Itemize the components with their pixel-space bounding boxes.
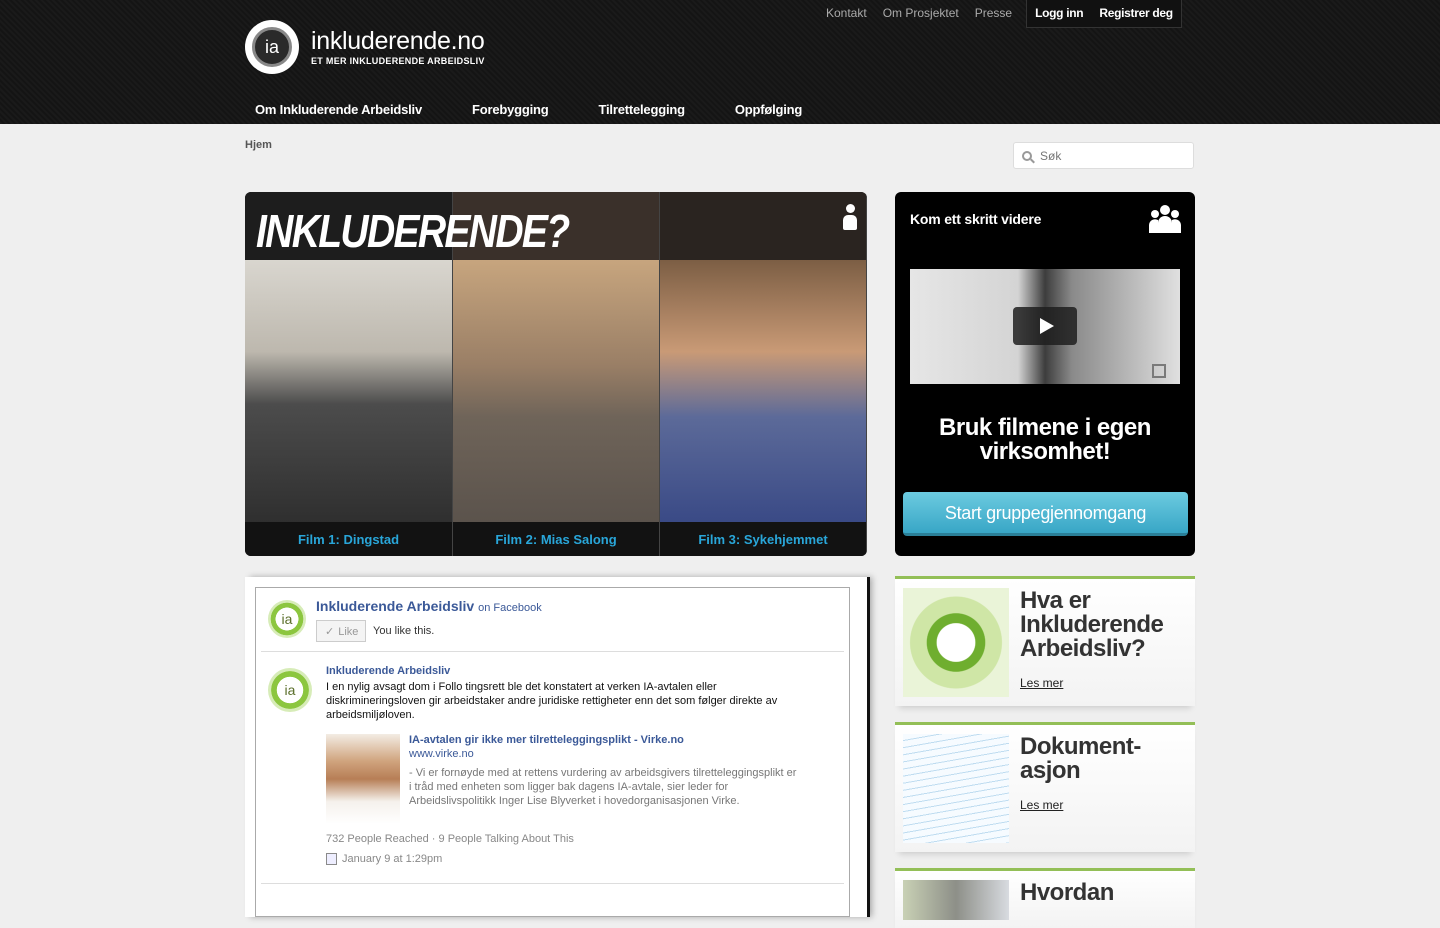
- promo-headline: Bruk filmene i egen virksomhet!: [939, 414, 1151, 465]
- post-avatar[interactable]: ia: [268, 668, 312, 712]
- facebook-widget: ia Inkluderende Arbeidsliv on Facebook L…: [245, 577, 867, 917]
- fb-on-facebook[interactable]: on Facebook: [478, 602, 542, 614]
- group-icon: [1149, 205, 1181, 233]
- divider: [261, 651, 844, 652]
- fb-page-title[interactable]: Inkluderende Arbeidsliv on Facebook: [316, 598, 542, 614]
- document-thumbnail: [903, 734, 1009, 843]
- logo-tagline: ET MER INKLUDERENDE ARBEIDSLIV: [311, 56, 485, 66]
- ia-logo-thumbnail: [903, 588, 1009, 697]
- top-link-presse[interactable]: Presse: [967, 0, 1020, 28]
- top-nav: Kontakt Om Prosjektet Presse Logg inn Re…: [818, 0, 1182, 28]
- link-url[interactable]: www.virke.no: [409, 748, 474, 760]
- post-reach: 732 People Reached · 9 People Talking Ab…: [326, 833, 574, 845]
- card-hvordan[interactable]: Hvordan: [895, 868, 1195, 928]
- promo-panel: Kom ett skritt videre Bruk filmene i ege…: [895, 192, 1195, 556]
- video-player[interactable]: [910, 269, 1180, 384]
- document-icon: [326, 853, 337, 865]
- site-logo[interactable]: ia inkluderende.no ET MER INKLUDERENDE A…: [245, 20, 485, 74]
- card-hva-er-ia[interactable]: Hva er Inkluderende Arbeidsliv? Les mer: [895, 576, 1195, 706]
- search-icon: [1022, 150, 1032, 161]
- card-title[interactable]: Dokument-asjon: [1020, 735, 1195, 783]
- post-text: I en nylig avsagt dom i Follo tingsrett …: [326, 681, 778, 721]
- card-dokumentasjon[interactable]: Dokument-asjon Les mer: [895, 722, 1195, 852]
- card-title[interactable]: Hvordan: [1020, 881, 1114, 905]
- search-box[interactable]: [1013, 142, 1194, 169]
- link-thumbnail[interactable]: [326, 734, 400, 824]
- post-avatar-text: ia: [284, 682, 296, 698]
- site-header: ia inkluderende.no ET MER INKLUDERENDE A…: [0, 0, 1440, 124]
- read-more-link[interactable]: Les mer: [1020, 676, 1063, 690]
- register-link[interactable]: Registrer deg: [1091, 0, 1180, 27]
- film-3-still: [660, 260, 866, 522]
- start-group-button[interactable]: Start gruppegjennomgang: [903, 492, 1188, 536]
- search-input[interactable]: [1040, 148, 1180, 163]
- card-title[interactable]: Hva er Inkluderende Arbeidsliv?: [1020, 589, 1195, 661]
- breadcrumb[interactable]: Hjem: [245, 139, 272, 151]
- film-1-caption[interactable]: Film 1: Dingstad: [245, 522, 452, 556]
- people-thumbnail: [903, 880, 1009, 920]
- person-icon: [843, 204, 857, 230]
- logo-mark-text: ia: [252, 27, 292, 67]
- nav-om-ia[interactable]: Om Inkluderende Arbeidsliv: [255, 102, 422, 117]
- play-icon[interactable]: [1013, 307, 1077, 345]
- film-panel: Film 1: Dingstad Film 2: Mias Salong Fil…: [245, 192, 867, 556]
- film-3-caption[interactable]: Film 3: Sykehjemmet: [660, 522, 866, 556]
- logo-name: inkluderende.no: [311, 27, 485, 55]
- top-link-om-prosjektet[interactable]: Om Prosjektet: [875, 0, 967, 28]
- like-button[interactable]: Like: [316, 620, 366, 642]
- logo-text: inkluderende.no ET MER INKLUDERENDE ARBE…: [311, 28, 485, 66]
- page-avatar[interactable]: ia: [268, 600, 306, 638]
- promo-title: Kom ett skritt videre: [910, 211, 1042, 227]
- film-tile-3[interactable]: Film 3: Sykehjemmet: [660, 192, 867, 556]
- fb-page-name[interactable]: Inkluderende Arbeidsliv: [316, 598, 474, 614]
- post-author[interactable]: Inkluderende Arbeidsliv: [326, 665, 450, 677]
- link-description: - Vi er fornøyde med at rettens vurderin…: [409, 767, 797, 807]
- nav-oppfolging[interactable]: Oppfølging: [735, 102, 803, 117]
- post-date-row: January 9 at 1:29pm: [326, 853, 442, 865]
- auth-links: Logg inn Registrer deg: [1026, 0, 1182, 28]
- read-more-link[interactable]: Les mer: [1020, 798, 1063, 812]
- page-avatar-text: ia: [281, 611, 293, 627]
- film-2-still: [453, 260, 659, 522]
- films-title: INKLUDERENDE?: [256, 205, 570, 257]
- ia-logo-icon: ia: [245, 20, 299, 74]
- link-title[interactable]: IA-avtalen gir ikke mer tilretteleggings…: [409, 734, 684, 746]
- you-like-text: You like this.: [373, 625, 435, 637]
- film-2-caption[interactable]: Film 2: Mias Salong: [453, 522, 659, 556]
- facebook-like-box: ia Inkluderende Arbeidsliv on Facebook L…: [255, 587, 850, 917]
- nav-forebygging[interactable]: Forebygging: [472, 102, 549, 117]
- top-link-kontakt[interactable]: Kontakt: [818, 0, 875, 28]
- main-nav: Om Inkluderende Arbeidsliv Forebygging T…: [255, 102, 852, 117]
- nav-tilrettelegging[interactable]: Tilrettelegging: [599, 102, 686, 117]
- post-date[interactable]: January 9 at 1:29pm: [342, 853, 442, 865]
- login-link[interactable]: Logg inn: [1027, 0, 1091, 27]
- divider: [261, 883, 844, 884]
- fullscreen-icon[interactable]: [1152, 364, 1166, 378]
- film-1-still: [245, 260, 452, 522]
